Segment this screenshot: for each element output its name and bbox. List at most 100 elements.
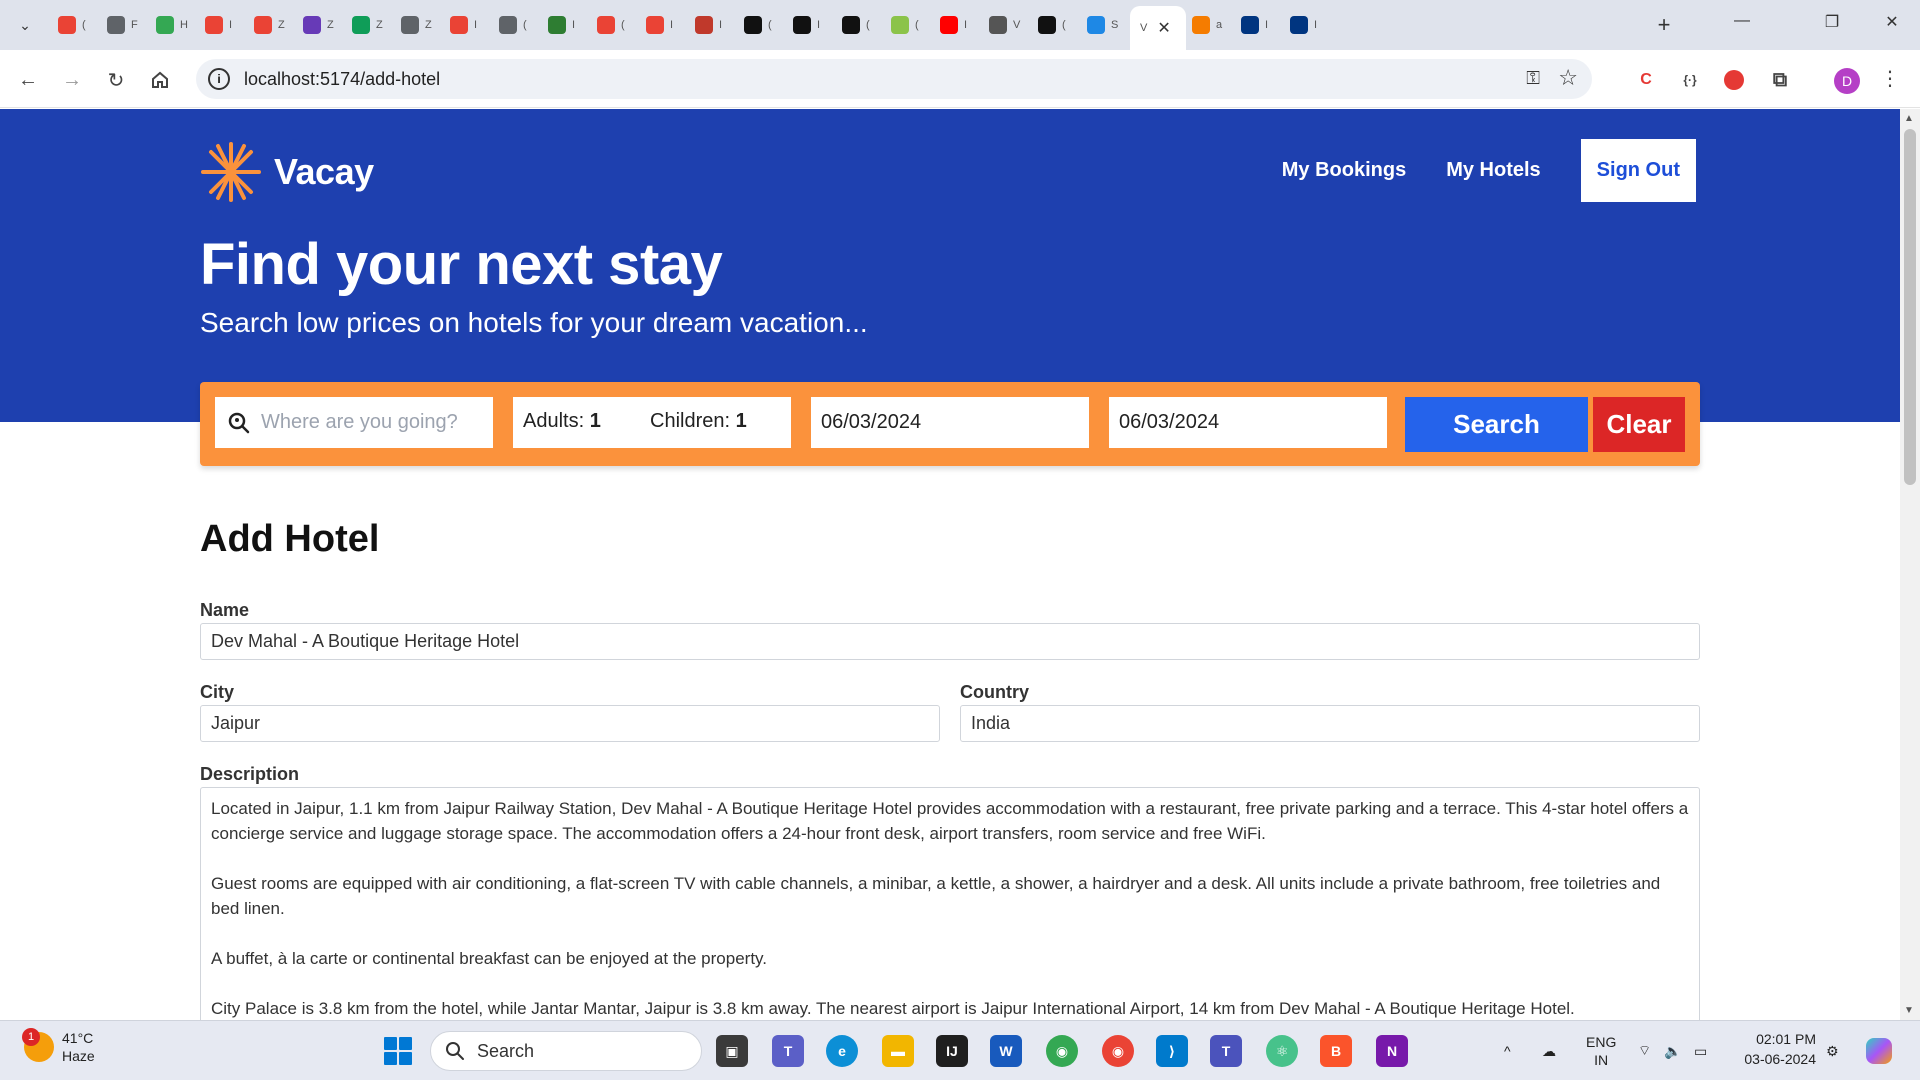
- scroll-down-icon[interactable]: ▼: [1904, 1005, 1914, 1016]
- circle-icon: [842, 16, 860, 34]
- scroll-up-icon[interactable]: ▲: [1904, 113, 1914, 124]
- home-button[interactable]: [146, 66, 174, 94]
- onedrive-icon[interactable]: ☁: [1542, 1021, 1556, 1080]
- extension-c-icon[interactable]: C: [1632, 66, 1660, 94]
- back-button[interactable]: ←: [14, 66, 42, 94]
- tab-title: (: [82, 19, 86, 31]
- tab-title: a: [1216, 19, 1223, 31]
- edge-icon[interactable]: e: [826, 1035, 858, 1067]
- volume-icon[interactable]: 🔈: [1664, 1021, 1681, 1080]
- gmail-icon: [646, 16, 664, 34]
- adults-stepper[interactable]: Adults: 1: [523, 410, 601, 433]
- tab-title: I: [719, 19, 723, 31]
- forward-button[interactable]: →: [58, 66, 86, 94]
- address-bar[interactable]: i localhost:5174/add-hotel ⚿ ☆: [196, 59, 1592, 99]
- check-out-date-input[interactable]: 06/03/2024: [1109, 397, 1387, 448]
- search-location-icon: [228, 412, 250, 433]
- file-explorer-icon[interactable]: ▬: [882, 1035, 914, 1067]
- clear-button[interactable]: Clear: [1593, 397, 1685, 452]
- browser-toolbar: ← → ↻ i localhost:5174/add-hotel ⚿ ☆ C {…: [0, 50, 1920, 108]
- language-indicator[interactable]: ENG IN: [1586, 1021, 1616, 1080]
- forms-icon: [303, 16, 321, 34]
- tab-title: I: [229, 19, 233, 31]
- page-viewport: Vacay My Bookings My Hotels Sign Out Fin…: [0, 109, 1900, 1020]
- gmail-icon: [254, 16, 272, 34]
- restore-button[interactable]: ❐: [1812, 12, 1852, 32]
- tab-title: I: [1314, 19, 1318, 31]
- chrome-profile-icon[interactable]: ◉: [1102, 1035, 1134, 1067]
- site-logo[interactable]: Vacay: [200, 141, 374, 203]
- main-nav: My Bookings My Hotels Sign Out: [1282, 139, 1696, 202]
- site-info-icon[interactable]: i: [208, 68, 230, 90]
- reload-button[interactable]: ↻: [102, 66, 130, 94]
- extension-code-icon[interactable]: {·}: [1676, 66, 1704, 94]
- task-view-icon[interactable]: ▣: [716, 1035, 748, 1067]
- weather-sun-icon: 1: [22, 1028, 54, 1062]
- scrollbar-thumb[interactable]: [1904, 129, 1916, 485]
- page-scrollbar[interactable]: ▲ ▼: [1900, 109, 1920, 1020]
- windows-logo-icon: [399, 1052, 412, 1065]
- mongo-icon: [695, 16, 713, 34]
- brave-icon[interactable]: B: [1320, 1035, 1352, 1067]
- taskbar-search[interactable]: Search: [430, 1031, 702, 1071]
- bookmark-star-icon[interactable]: ☆: [1558, 65, 1578, 91]
- windows-start-button[interactable]: [384, 1037, 412, 1065]
- close-window-button[interactable]: ✕: [1872, 12, 1912, 32]
- word-icon[interactable]: W: [990, 1035, 1022, 1067]
- adults-label: Adults:: [523, 410, 585, 432]
- search-icon: [446, 1042, 464, 1060]
- minimize-button[interactable]: —: [1722, 12, 1762, 30]
- battery-icon[interactable]: ▭: [1694, 1021, 1707, 1080]
- tray-overflow-icon[interactable]: ^: [1504, 1021, 1511, 1080]
- tab-search-button[interactable]: ⌄: [8, 10, 42, 40]
- minimize-icon: —: [1734, 12, 1750, 29]
- onenote-icon[interactable]: N: [1376, 1035, 1408, 1067]
- password-key-icon[interactable]: ⚿: [1526, 68, 1540, 89]
- destination-field[interactable]: [215, 397, 493, 448]
- wifi-icon[interactable]: ⌔: [1638, 1021, 1651, 1080]
- city-input[interactable]: Jaipur: [200, 705, 940, 742]
- teams-icon[interactable]: T: [772, 1035, 804, 1067]
- destination-input[interactable]: [261, 411, 481, 434]
- sign-out-button[interactable]: Sign Out: [1580, 139, 1696, 202]
- extensions-puzzle-icon[interactable]: ⧉: [1766, 66, 1794, 94]
- booking-icon: [1290, 16, 1308, 34]
- edit-icon: [989, 16, 1007, 34]
- search-button[interactable]: Search: [1405, 397, 1588, 452]
- restore-icon: ❐: [1824, 14, 1840, 31]
- close-tab-icon[interactable]: ✕: [1157, 18, 1170, 38]
- tab-title: I: [474, 19, 478, 31]
- browser-tab[interactable]: I: [1280, 8, 1342, 42]
- url-text[interactable]: localhost:5174/add-hotel: [244, 69, 440, 90]
- chevron-down-icon: ⌄: [19, 16, 31, 33]
- vscode-icon[interactable]: ⟩: [1156, 1035, 1188, 1067]
- teams-classic-icon[interactable]: T: [1210, 1035, 1242, 1067]
- notification-settings-icon[interactable]: ⚙: [1826, 1021, 1839, 1080]
- extension-adblock-icon[interactable]: [1720, 66, 1748, 94]
- triangle-icon: [793, 16, 811, 34]
- youtube-icon: [940, 16, 958, 34]
- profile-avatar[interactable]: D: [1834, 68, 1860, 94]
- copilot-icon[interactable]: [1866, 1021, 1892, 1080]
- weather-desc: Haze: [62, 1048, 95, 1064]
- new-tab-button[interactable]: +: [1650, 12, 1678, 38]
- country-input[interactable]: India: [960, 705, 1700, 742]
- my-hotels-link[interactable]: My Hotels: [1446, 159, 1540, 182]
- description-textarea[interactable]: Located in Jaipur, 1.1 km from Jaipur Ra…: [200, 787, 1700, 1020]
- weather-widget[interactable]: 1 41°C Haze: [22, 1028, 95, 1065]
- intellij-icon[interactable]: IJ: [936, 1035, 968, 1067]
- github-icon: [1038, 16, 1056, 34]
- browser-tab-active[interactable]: V ✕: [1130, 6, 1186, 50]
- description-paragraph: Guest rooms are equipped with air condit…: [211, 874, 1661, 918]
- globe-icon: [401, 16, 419, 34]
- children-stepper[interactable]: Children: 1: [650, 410, 747, 433]
- tab-title: H: [180, 19, 188, 31]
- system-clock[interactable]: 02:01 PM 03-06-2024: [1738, 1029, 1816, 1069]
- atom-icon[interactable]: ⚛: [1266, 1035, 1298, 1067]
- my-bookings-link[interactable]: My Bookings: [1282, 159, 1406, 182]
- chrome-icon[interactable]: ◉: [1046, 1035, 1078, 1067]
- check-in-date-input[interactable]: 06/03/2024: [811, 397, 1089, 448]
- globe-icon: [499, 16, 517, 34]
- browser-menu-icon[interactable]: ⋮: [1880, 66, 1900, 91]
- name-input[interactable]: Dev Mahal - A Boutique Heritage Hotel: [200, 623, 1700, 660]
